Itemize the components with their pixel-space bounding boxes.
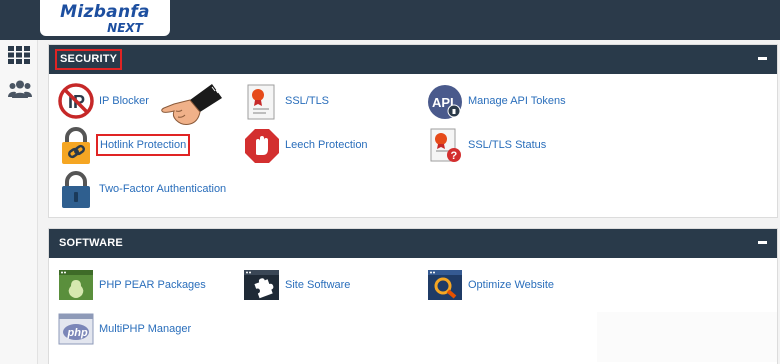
two-factor-authentication-label: Two-Factor Authentication [99, 183, 227, 195]
top-bar: Mizbanfa NEXT [0, 0, 780, 40]
lock-icon [58, 171, 94, 211]
users-icon[interactable] [8, 80, 32, 103]
collapse-icon[interactable] [758, 57, 767, 60]
optimize-website-label: Optimize Website [468, 279, 554, 291]
security-panel-title: SECURITY [55, 49, 123, 70]
multiphp-manager-label: MultiPHP Manager [99, 323, 192, 335]
php-icon: php [58, 311, 94, 351]
ip-blocker-label: IP Blocker [99, 95, 149, 107]
ssl-certificate-icon [244, 83, 280, 123]
ssl-tls-status-label: SSL/TLS Status [468, 139, 547, 151]
lock-link-icon [58, 127, 94, 167]
ip-blocker-icon: IP [58, 83, 94, 123]
logo-tagline: NEXT [107, 21, 143, 35]
collapse-icon[interactable] [758, 241, 767, 244]
pointing-hand-icon [160, 82, 224, 132]
svg-text:php: php [67, 327, 88, 339]
logo-text: Mizbanfa [60, 2, 150, 22]
ssl-status-icon: ? [427, 127, 463, 167]
ssl-tls-label: SSL/TLS [285, 95, 330, 107]
logo[interactable]: Mizbanfa NEXT [40, 0, 170, 36]
software-panel-title: SOFTWARE [59, 237, 123, 249]
svg-text:?: ? [451, 150, 458, 162]
stop-hand-icon [244, 127, 280, 167]
sidebar [0, 40, 38, 364]
software-panel-header[interactable]: SOFTWARE [49, 229, 777, 258]
puzzle-icon [244, 267, 280, 307]
magnifier-icon [427, 267, 463, 307]
api-tokens-icon: API [427, 83, 463, 123]
site-software-label: Site Software [285, 279, 351, 291]
php-pear-icon [58, 267, 94, 307]
manage-api-tokens-label: Manage API Tokens [468, 95, 566, 107]
grid-icon[interactable] [8, 46, 30, 69]
hotlink-protection-label: Hotlink Protection [96, 134, 191, 156]
security-panel-header[interactable]: SECURITY [49, 45, 777, 74]
leech-protection-label: Leech Protection [285, 139, 368, 151]
php-pear-packages-label: PHP PEAR Packages [99, 279, 206, 291]
blank-area [597, 312, 777, 362]
